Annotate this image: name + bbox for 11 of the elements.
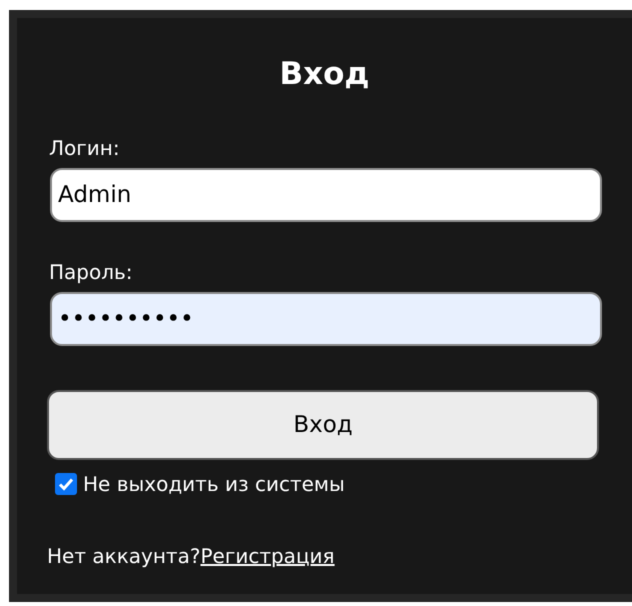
password-field[interactable]: •••••••••• — [50, 292, 602, 346]
remember-checkbox[interactable] — [55, 473, 77, 495]
login-button[interactable]: Вход — [47, 390, 599, 460]
remember-label: Не выходить из системы — [83, 472, 345, 496]
check-icon — [58, 476, 74, 492]
field-label: Пароль: — [49, 260, 134, 284]
register-link[interactable]: Регистрация — [200, 544, 335, 568]
footer-text: Нет аккаунта? — [47, 544, 200, 568]
field-label: Логин: — [49, 136, 121, 160]
login-title: Вход — [278, 56, 370, 92]
login-field[interactable]: Admin — [50, 168, 602, 222]
